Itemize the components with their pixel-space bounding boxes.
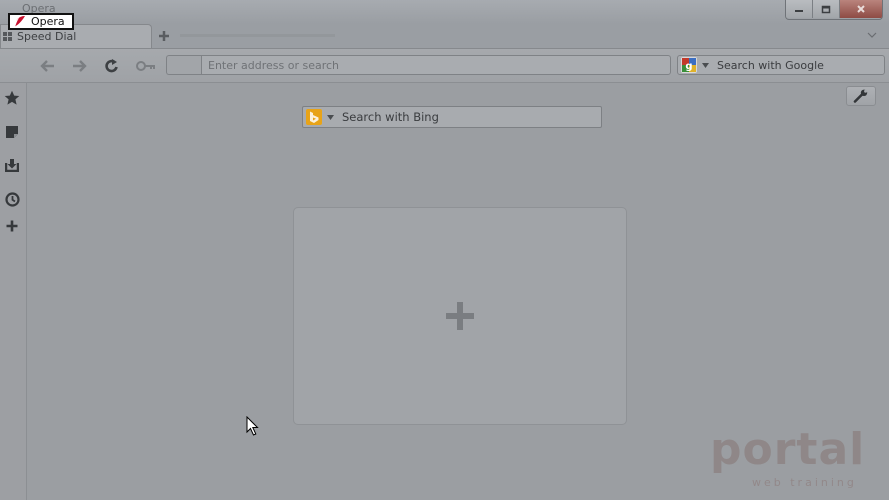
add-speed-dial-tile[interactable] xyxy=(293,207,627,425)
reload-button[interactable] xyxy=(103,57,121,75)
minimize-icon xyxy=(795,10,803,12)
chevron-down-icon[interactable] xyxy=(702,62,709,68)
opera-menu-button[interactable]: Opera xyxy=(8,13,74,30)
back-button[interactable] xyxy=(39,57,57,75)
opera-logo-icon xyxy=(13,16,25,27)
tab-ghost-text xyxy=(180,34,335,37)
sidebar-item-history[interactable] xyxy=(3,190,21,208)
mouse-cursor-icon xyxy=(246,416,259,436)
downloads-icon xyxy=(5,159,19,172)
restore-icon xyxy=(821,5,831,13)
chevron-down-icon[interactable] xyxy=(327,114,334,120)
portal-watermark: portal web training xyxy=(710,428,880,492)
reload-icon xyxy=(105,59,118,73)
forward-button[interactable] xyxy=(70,57,88,75)
maximize-button[interactable] xyxy=(813,0,840,18)
address-input[interactable] xyxy=(201,55,671,75)
star-icon xyxy=(4,90,20,105)
svg-text:g: g xyxy=(685,61,692,72)
arrow-right-icon xyxy=(73,60,87,72)
notes-icon xyxy=(6,126,18,138)
minimize-button[interactable] xyxy=(786,0,813,18)
title-bar: Opera Opera xyxy=(0,0,889,30)
plus-icon xyxy=(446,302,474,330)
plus-icon xyxy=(159,31,169,41)
speed-dial-configure-button[interactable] xyxy=(846,86,876,106)
history-icon xyxy=(4,191,20,207)
opera-menu-label: Opera xyxy=(31,15,65,28)
wand-button[interactable] xyxy=(135,57,157,75)
new-tab-button[interactable] xyxy=(157,29,171,43)
sidebar-item-add-panel[interactable] xyxy=(3,217,21,235)
watermark-tagline: web training xyxy=(752,476,857,489)
window-controls xyxy=(785,0,883,20)
speed-dial-search-input[interactable] xyxy=(342,110,582,124)
toolbar-search-field[interactable]: g xyxy=(677,55,885,75)
close-icon xyxy=(857,5,865,13)
close-button[interactable] xyxy=(840,0,882,18)
speed-dial-grid-icon xyxy=(3,31,12,41)
toolbar-search-input[interactable] xyxy=(717,58,877,72)
watermark-brand: portal xyxy=(710,424,866,475)
sidebar-item-bookmarks[interactable] xyxy=(3,89,21,107)
key-icon xyxy=(136,61,155,71)
arrow-left-icon xyxy=(40,60,54,72)
sidebar-item-notes[interactable] xyxy=(3,123,21,141)
panel-sidebar xyxy=(0,83,27,500)
wrench-icon xyxy=(853,89,868,103)
google-icon[interactable]: g xyxy=(681,57,697,73)
plus-icon xyxy=(6,220,18,232)
site-info-button[interactable] xyxy=(166,55,202,75)
tab-list-chevron-icon[interactable] xyxy=(867,30,877,40)
sidebar-item-downloads[interactable] xyxy=(3,156,21,174)
bing-icon[interactable] xyxy=(306,109,322,125)
tab-strip: Speed Dial xyxy=(0,24,889,49)
tab-label: Speed Dial xyxy=(17,30,77,43)
speed-dial-search-field[interactable] xyxy=(302,106,602,128)
navigation-toolbar: g xyxy=(0,49,889,83)
